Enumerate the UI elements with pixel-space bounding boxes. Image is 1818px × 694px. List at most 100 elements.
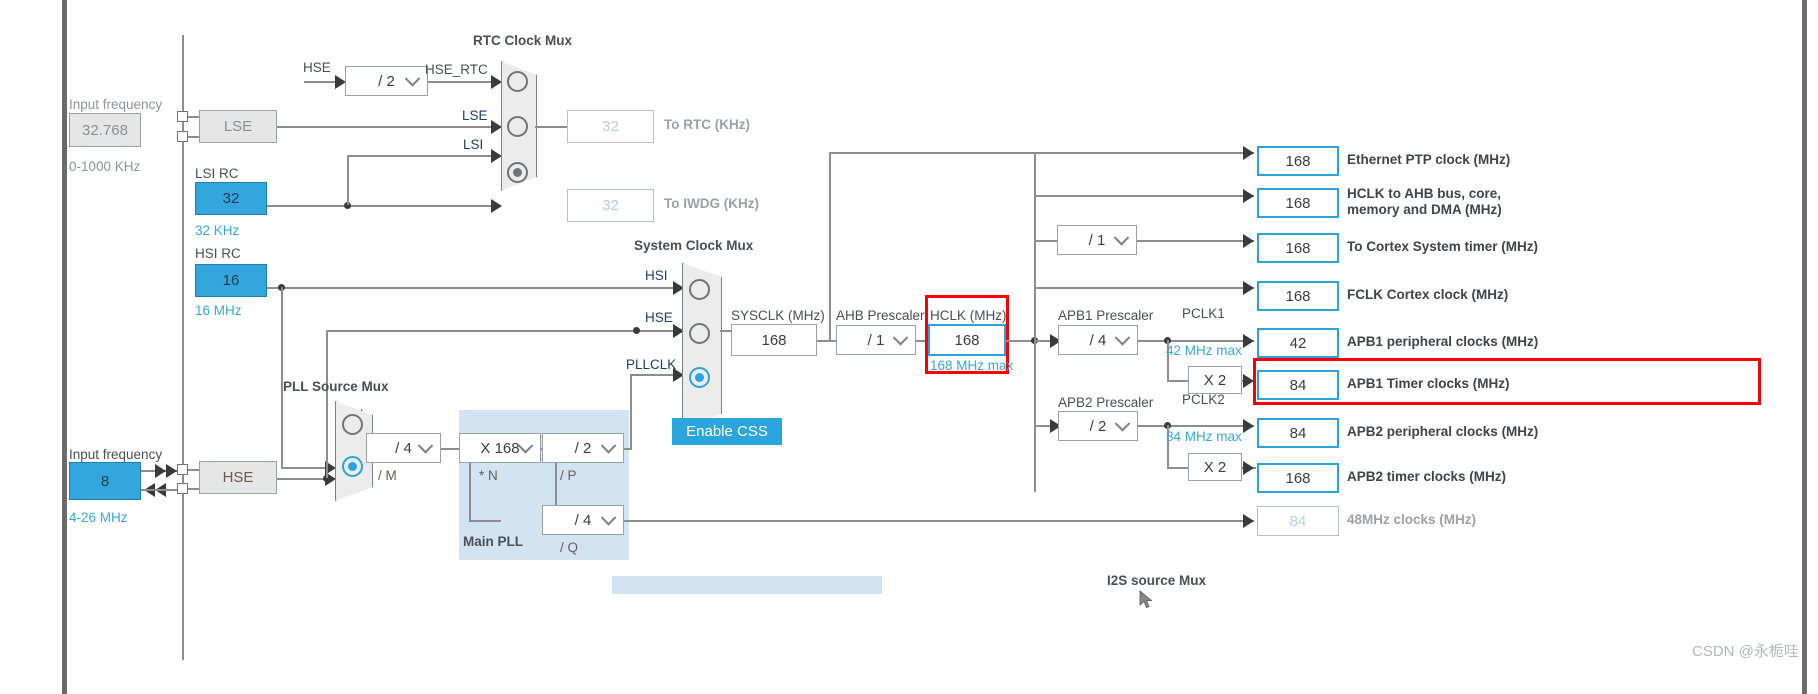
pclk2-arrow	[1243, 419, 1254, 433]
cortex-prescaler-select[interactable]: / 1	[1057, 225, 1137, 255]
rtcmux-radio-lsi[interactable]	[507, 162, 528, 183]
cortex-timer-arrow	[1243, 234, 1254, 248]
hsi-value-field[interactable]: 16	[195, 264, 267, 297]
apb1-prescaler-select[interactable]: / 4	[1058, 325, 1138, 355]
apb1-prescaler-label: APB1 Prescaler	[1058, 308, 1154, 323]
apb2-timer-multiplier: X 2	[1188, 453, 1242, 481]
hclk-label: HCLK (MHz)	[930, 308, 1007, 323]
hse-pin-top[interactable]	[177, 464, 188, 475]
output-value-field[interactable]: 168	[1257, 146, 1339, 176]
rtc-clock-mux-title: RTC Clock Mux	[473, 33, 573, 48]
to-rtc-label: To RTC (KHz)	[664, 117, 750, 132]
output-label: FCLK Cortex clock (MHz)	[1347, 287, 1509, 302]
pclk2-wire	[1138, 425, 1254, 427]
hse-input-frequency-label: Input frequency	[69, 447, 163, 462]
chevron-down-icon	[404, 71, 421, 87]
hsi-to-sysmux-wire	[267, 287, 681, 289]
window-left-margin	[0, 0, 62, 694]
rtcmux-radio-lse[interactable]	[507, 116, 528, 137]
chevron-down-icon	[1114, 416, 1131, 432]
window-right-margin	[1807, 0, 1818, 694]
output-label: APB1 Timer clocks (MHz)	[1347, 376, 1510, 391]
lsi-out-wire	[267, 205, 499, 207]
output-value-field[interactable]: 168	[1257, 281, 1339, 311]
output-value-field[interactable]: 84	[1257, 506, 1339, 536]
pll-n-multiplier-select[interactable]: X 168	[459, 433, 541, 463]
output-value-field[interactable]: 84	[1257, 418, 1339, 448]
hse-rtc-wire	[428, 81, 500, 83]
hclk-value-field[interactable]: 168	[928, 324, 1006, 356]
chevron-down-icon	[600, 438, 617, 454]
output-value-field[interactable]: 168	[1257, 463, 1339, 493]
pllmux-radio-hse[interactable]	[342, 456, 363, 477]
hse-range-label: 4-26 MHz	[69, 510, 128, 525]
hse-in-arrow-b	[166, 464, 177, 478]
rtcmux-radio-hsertc[interactable]	[507, 71, 528, 92]
hse-input-frequency-field[interactable]: 8	[69, 462, 141, 500]
apb2-prescaler-select[interactable]: / 2	[1058, 411, 1138, 441]
i2s-partial-panel	[612, 576, 882, 594]
to-iwdg-value-field[interactable]: 32	[567, 189, 654, 222]
sysmux-radio-pllclk[interactable]	[689, 367, 710, 388]
output-label: To Cortex System timer (MHz)	[1347, 239, 1539, 254]
to-iwdg-label: To IWDG (KHz)	[664, 196, 759, 211]
output-label: APB2 timer clocks (MHz)	[1347, 469, 1507, 484]
sysmux-radio-hsi[interactable]	[689, 279, 710, 300]
ahb-prescaler-select[interactable]: / 1	[836, 325, 916, 355]
lsi-value-field[interactable]: 32	[195, 182, 267, 215]
pll-q-caption: / Q	[560, 540, 579, 555]
fclk-arrow	[1243, 281, 1254, 295]
output-value-field[interactable]: 42	[1257, 328, 1339, 358]
fclk-wire	[1034, 287, 1254, 289]
pll-q-divider-select[interactable]: / 4	[542, 505, 624, 535]
sysclk-value-field[interactable]: 168	[731, 324, 817, 356]
ethernet-ptp-wire	[829, 152, 1254, 154]
enable-css-button[interactable]: Enable CSS	[672, 418, 782, 445]
pll-n-multiplier-value: X 168	[480, 439, 520, 457]
lsi-branch-to-rtcmux	[347, 155, 497, 157]
pllmux-radio-hsi[interactable]	[342, 414, 363, 435]
hse-in-wire-bottom	[141, 489, 177, 491]
chevron-down-icon	[892, 330, 909, 346]
ethernet-ptp-arrow	[1243, 146, 1254, 160]
sysmux-input-hsi-label: HSI	[645, 268, 668, 283]
pll-p-caption: / P	[560, 468, 577, 483]
hse-pin-bottom[interactable]	[177, 483, 188, 494]
hse-oscillator-block[interactable]: HSE	[199, 461, 277, 494]
rtc-hse-divider-select[interactable]: / 2	[345, 66, 428, 96]
sysclk-label: SYSCLK (MHz)	[731, 308, 825, 323]
left-trunk-line	[182, 35, 184, 660]
lse-pin-bottom[interactable]	[177, 131, 188, 142]
csdn-watermark: CSDN @永栀哇	[1692, 643, 1799, 660]
output-value-field[interactable]: 84	[1257, 370, 1339, 400]
system-clock-mux-title: System Clock Mux	[634, 238, 754, 253]
lsi-to-rtcmux-arrow	[491, 149, 502, 163]
pll-source-mux-title: PLL Source Mux	[283, 379, 389, 394]
lse-pin-top[interactable]	[177, 111, 188, 122]
lse-to-rtcmux-wire	[277, 126, 499, 128]
lse-oscillator-block[interactable]: LSE	[199, 110, 277, 143]
pllclk-riser	[630, 374, 632, 450]
pclk1-max-label: 42 MHz max	[1166, 343, 1242, 358]
sysmux-input-pllclk-label: PLLCLK	[626, 357, 677, 372]
i2s-source-mux-title: I2S source Mux	[1107, 573, 1207, 588]
chevron-down-icon	[600, 510, 617, 526]
output-value-field[interactable]: 168	[1257, 233, 1339, 263]
pll-p-divider-select[interactable]: / 2	[542, 433, 624, 463]
lse-to-rtcmux-arrow	[491, 120, 502, 134]
rtcmux-input-hsertc-label: HSE_RTC	[425, 62, 488, 77]
chevron-down-icon	[417, 438, 434, 454]
output-value-field[interactable]: 168	[1257, 188, 1339, 218]
pll-m-divider-select[interactable]: / 4	[366, 433, 441, 463]
ahb-prescaler-value: / 1	[867, 331, 885, 349]
rtcmux-hse-source-label: HSE	[303, 60, 331, 75]
to-rtc-value-field[interactable]: 32	[567, 110, 654, 143]
output-label: APB2 peripheral clocks (MHz)	[1347, 424, 1539, 439]
lse-input-frequency-field[interactable]: 32.768	[69, 113, 141, 147]
sysmux-radio-hse[interactable]	[689, 323, 710, 344]
chevron-down-icon	[517, 438, 534, 454]
pclk1-to-x2-wire	[1167, 380, 1189, 382]
hsi-unit-label: 16 MHz	[195, 303, 242, 318]
pll-to-q-wire	[469, 520, 501, 522]
hsi-branch-down	[281, 287, 283, 469]
